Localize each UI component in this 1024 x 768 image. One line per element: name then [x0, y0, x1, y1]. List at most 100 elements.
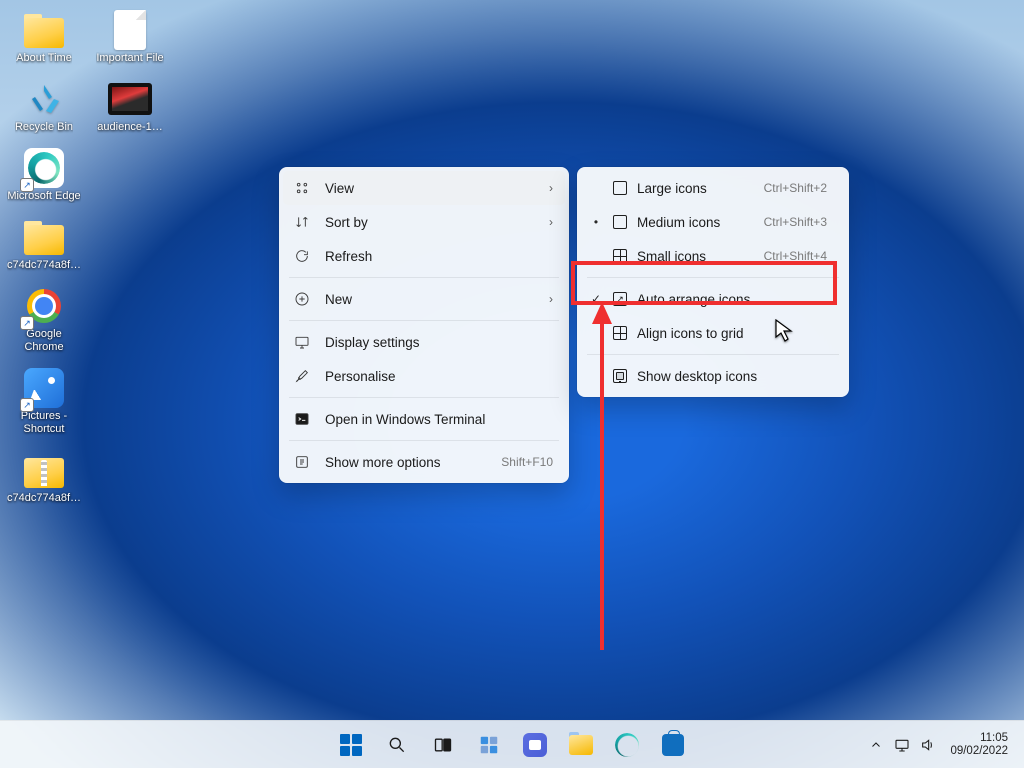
submenu-item-medium-icons[interactable]: • Medium icons Ctrl+Shift+3	[581, 205, 845, 239]
desktop-icon-label: Microsoft Edge	[7, 190, 80, 203]
chevron-up-icon	[870, 739, 882, 751]
taskbar-edge-button[interactable]	[607, 725, 647, 765]
desktop-icon-about-time[interactable]: About Time	[6, 8, 82, 65]
brush-icon	[293, 367, 311, 385]
submenu-item-label: Align icons to grid	[637, 326, 744, 341]
sort-icon	[293, 213, 311, 231]
menu-item-open-terminal[interactable]: Open in Windows Terminal	[283, 402, 565, 436]
menu-item-refresh[interactable]: Refresh	[283, 239, 565, 273]
desktop-icon-label: c74dc774a8f…	[7, 259, 81, 272]
taskbar-start-button[interactable]	[331, 725, 371, 765]
desktop-icon-edge[interactable]: ↗ Microsoft Edge	[6, 146, 82, 203]
submenu-item-show-desktop-icons[interactable]: Show desktop icons	[581, 359, 845, 393]
more-options-icon	[293, 453, 311, 471]
small-icons-icon	[613, 249, 627, 263]
desktop-icon-label: audience-1…	[97, 121, 162, 134]
taskbar-date: 09/02/2022	[950, 745, 1008, 758]
terminal-icon	[293, 410, 311, 428]
taskbar-file-explorer-button[interactable]	[561, 725, 601, 765]
desktop-icon-label: c74dc774a8f…	[7, 492, 81, 505]
taskbar-search-button[interactable]	[377, 725, 417, 765]
menu-item-new[interactable]: New ›	[283, 282, 565, 316]
menu-item-show-more-options[interactable]: Show more options Shift+F10	[283, 445, 565, 479]
submenu-item-label: Medium icons	[637, 215, 720, 230]
chat-icon	[523, 733, 547, 757]
large-icons-icon	[613, 181, 627, 195]
desktop-icon-recycle-bin[interactable]: Recycle Bin	[6, 77, 82, 134]
menu-item-label: Show more options	[325, 455, 441, 470]
menu-item-sort-by[interactable]: Sort by ›	[283, 205, 565, 239]
desktop-icon-folder-1[interactable]: c74dc774a8f…	[6, 215, 82, 272]
auto-arrange-icon	[613, 292, 627, 306]
taskbar-system-tray: 11:05 09/02/2022	[864, 721, 1016, 768]
taskbar-center	[331, 725, 693, 765]
menu-separator	[289, 320, 559, 321]
chevron-right-icon: ›	[549, 292, 553, 306]
submenu-item-align-icons-to-grid[interactable]: Align icons to grid	[581, 316, 845, 350]
shortcut-arrow-icon: ↗	[20, 178, 34, 192]
display-settings-icon	[293, 333, 311, 351]
desktop-icon-audience[interactable]: audience-1…	[92, 77, 168, 134]
taskbar: 11:05 09/02/2022	[0, 720, 1024, 768]
taskbar-clock[interactable]: 11:05 09/02/2022	[942, 732, 1016, 758]
radio-selected-icon: •	[589, 215, 603, 229]
desktop-icon-label: About Time	[16, 52, 72, 65]
submenu-item-label: Show desktop icons	[637, 369, 757, 384]
menu-separator	[587, 354, 839, 355]
menu-separator	[289, 440, 559, 441]
align-to-grid-icon	[613, 326, 627, 340]
menu-item-label: Open in Windows Terminal	[325, 412, 485, 427]
menu-item-shortcut: Shift+F10	[501, 455, 553, 469]
chevron-right-icon: ›	[549, 215, 553, 229]
show-desktop-icon	[613, 369, 627, 383]
desktop-icon-label: Google Chrome	[6, 328, 82, 354]
menu-item-label: New	[325, 292, 352, 307]
menu-item-label: Refresh	[325, 249, 372, 264]
network-icon	[894, 737, 910, 753]
menu-item-display-settings[interactable]: Display settings	[283, 325, 565, 359]
shortcut-arrow-icon: ↗	[20, 316, 34, 330]
submenu-item-auto-arrange-icons[interactable]: ✓ Auto arrange icons	[581, 282, 845, 316]
submenu-item-shortcut: Ctrl+Shift+3	[764, 215, 827, 229]
desktop-icon-chrome[interactable]: ↗ Google Chrome	[6, 284, 82, 354]
menu-item-view[interactable]: View ›	[283, 171, 565, 205]
menu-separator	[289, 277, 559, 278]
desktop-icon-pictures-shortcut[interactable]: ↗ Pictures - Shortcut	[6, 366, 82, 436]
chevron-right-icon: ›	[549, 181, 553, 195]
desktop-icon-important-file[interactable]: Important File	[92, 8, 168, 65]
check-icon: ✓	[589, 292, 603, 306]
menu-item-personalise[interactable]: Personalise	[283, 359, 565, 393]
menu-separator	[289, 397, 559, 398]
tray-overflow-button[interactable]	[864, 725, 888, 765]
desktop-icon-label: Recycle Bin	[15, 121, 73, 134]
submenu-item-shortcut: Ctrl+Shift+2	[764, 181, 827, 195]
widgets-icon	[478, 734, 500, 756]
plus-circle-icon	[293, 290, 311, 308]
microsoft-store-icon	[662, 734, 684, 756]
task-view-icon	[433, 735, 453, 755]
submenu-item-label: Large icons	[637, 181, 707, 196]
desktop[interactable]: About Time Important File Recycle Bin au…	[0, 0, 1024, 768]
refresh-icon	[293, 247, 311, 265]
desktop-icon-label: Pictures - Shortcut	[6, 410, 82, 436]
desktop-context-menu: View › Sort by › Refresh New › Display s…	[279, 167, 569, 483]
submenu-item-small-icons[interactable]: Small icons Ctrl+Shift+4	[581, 239, 845, 273]
medium-icons-icon	[613, 215, 627, 229]
submenu-item-label: Small icons	[637, 249, 706, 264]
submenu-item-shortcut: Ctrl+Shift+4	[764, 249, 827, 263]
menu-item-label: Sort by	[325, 215, 368, 230]
shortcut-arrow-icon: ↗	[20, 398, 34, 412]
menu-item-label: View	[325, 181, 354, 196]
desktop-icon-label: Important File	[96, 52, 163, 65]
submenu-item-large-icons[interactable]: Large icons Ctrl+Shift+2	[581, 171, 845, 205]
menu-item-label: Display settings	[325, 335, 420, 350]
taskbar-chat-button[interactable]	[515, 725, 555, 765]
desktop-icon-folder-2[interactable]: c74dc774a8f…	[6, 448, 82, 505]
taskbar-widgets-button[interactable]	[469, 725, 509, 765]
desktop-icons-area: About Time Important File Recycle Bin au…	[6, 8, 168, 505]
recycle-bin-icon	[22, 77, 66, 121]
taskbar-store-button[interactable]	[653, 725, 693, 765]
tray-icons[interactable]	[894, 737, 936, 753]
volume-icon	[920, 737, 936, 753]
taskbar-task-view-button[interactable]	[423, 725, 463, 765]
